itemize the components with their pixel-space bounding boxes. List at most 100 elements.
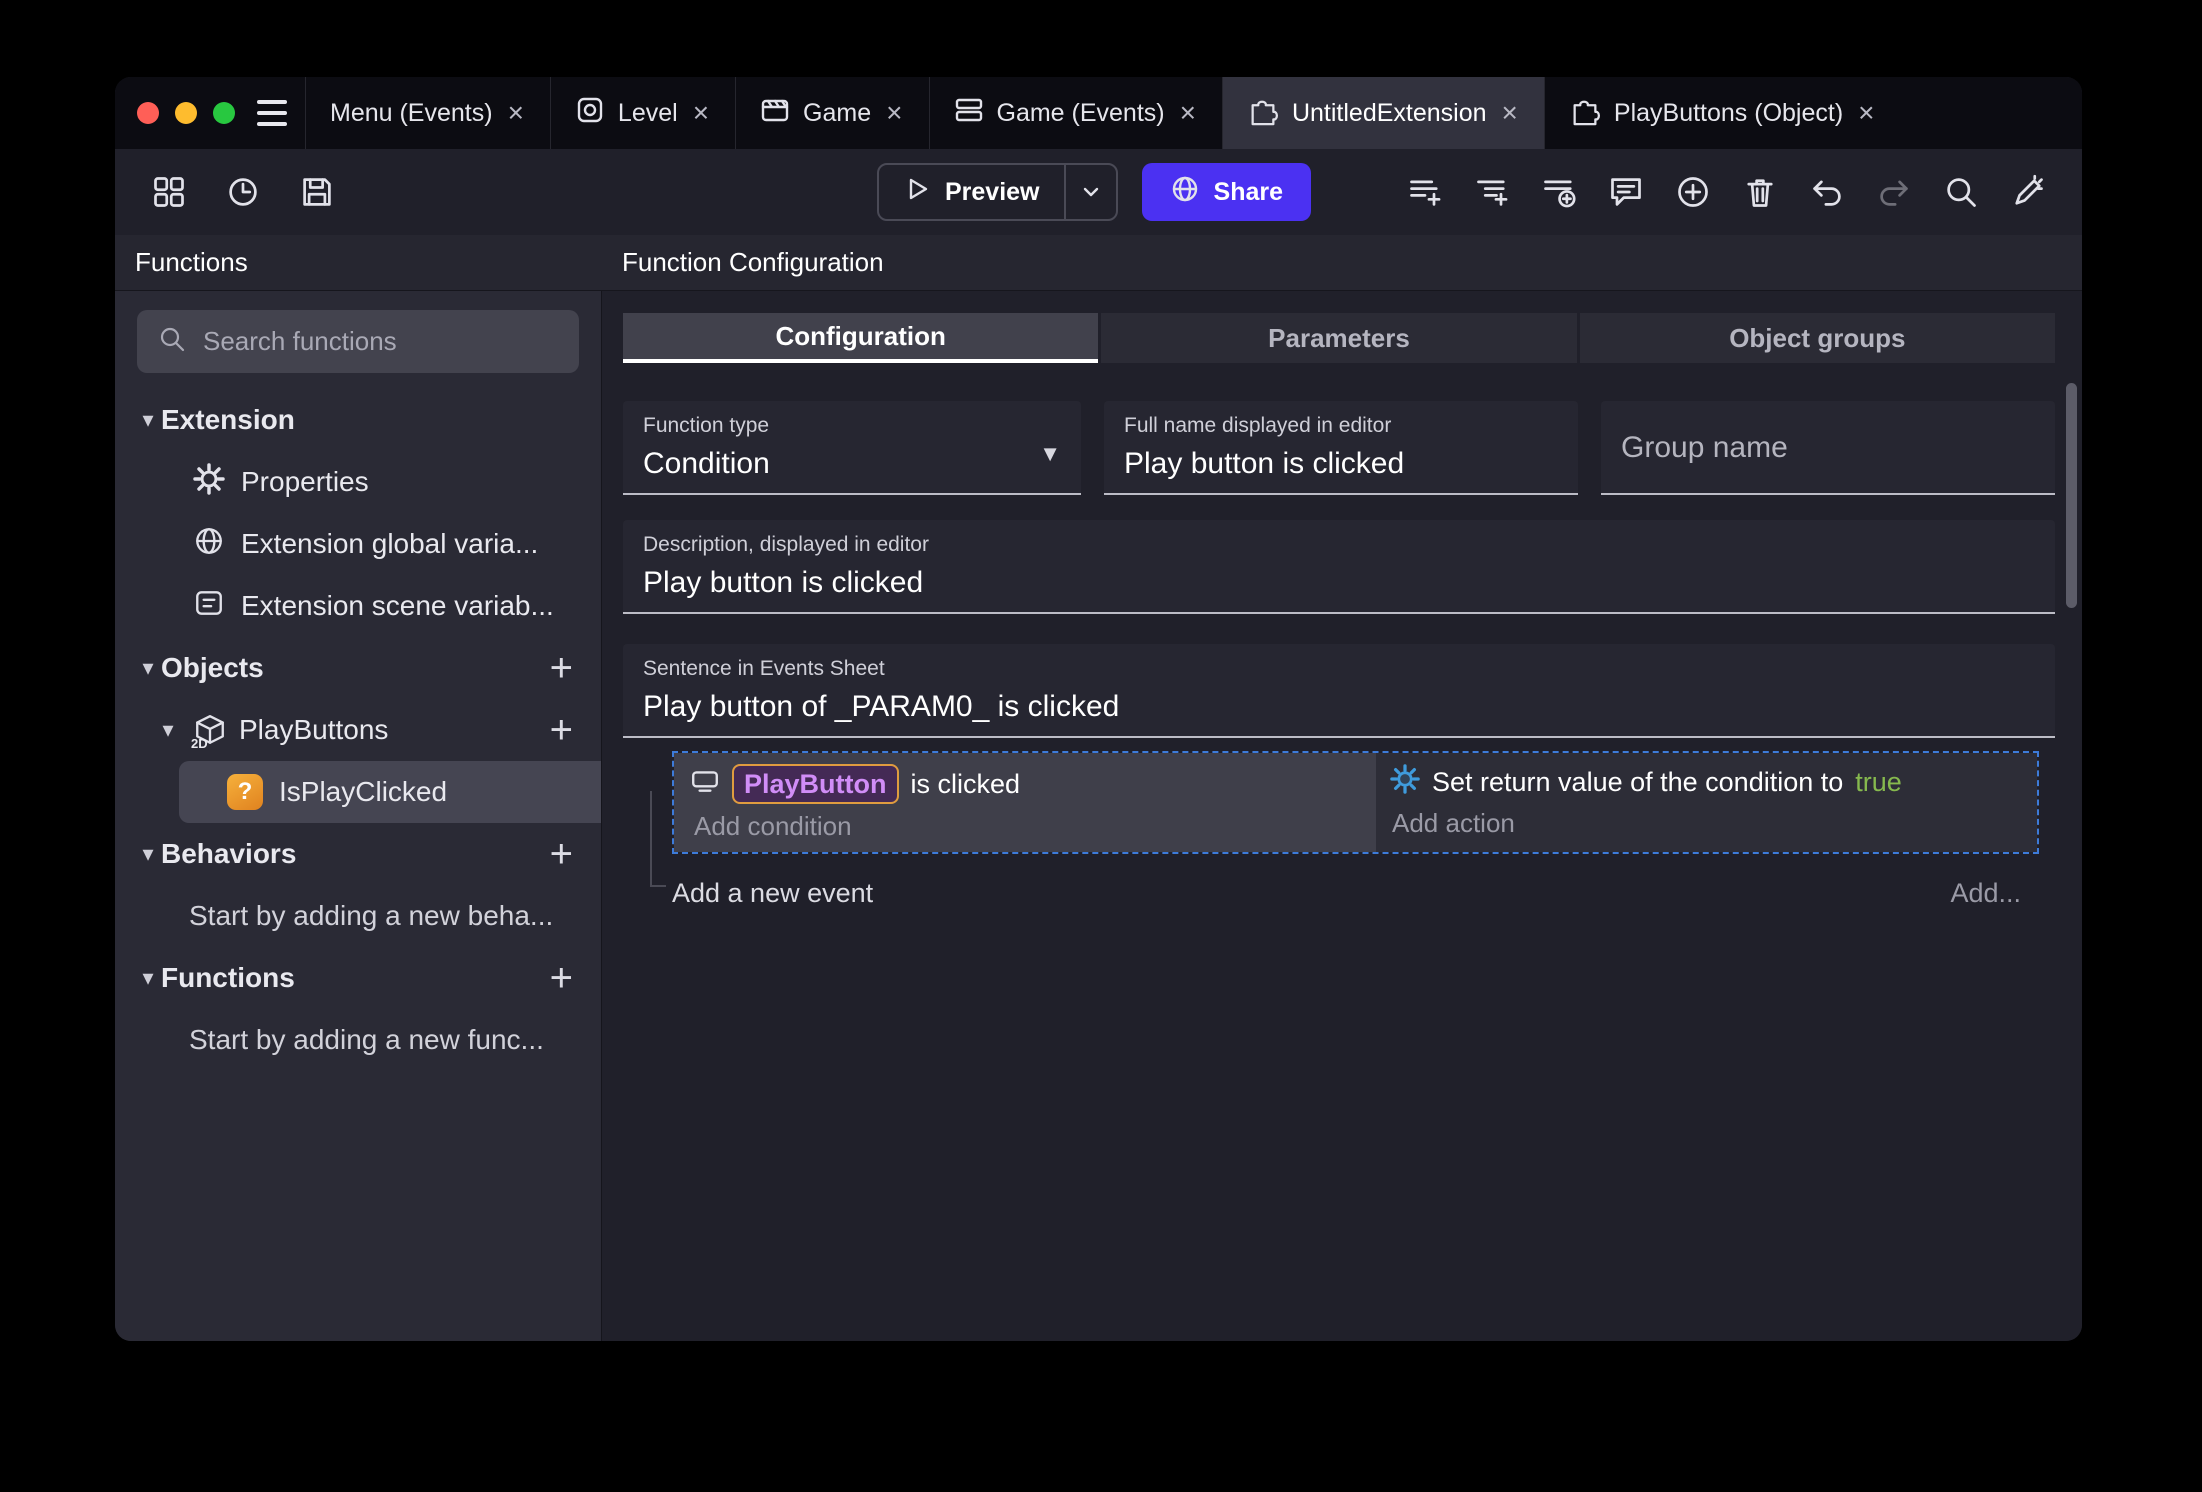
add-condition-button[interactable]: Add condition — [694, 811, 1376, 842]
tab-parameters[interactable]: Parameters — [1101, 313, 1577, 363]
chevron-down-icon[interactable]: ▾ — [135, 655, 161, 681]
tab-label: UntitledExtension — [1291, 98, 1487, 127]
close-icon[interactable]: × — [691, 99, 711, 127]
action-value-true[interactable]: true — [1855, 767, 1902, 798]
function-type-label: Function type — [643, 414, 770, 437]
description-field[interactable]: Description, displayed in editor Play bu… — [623, 520, 2055, 614]
add-other-event-icon[interactable] — [1539, 172, 1579, 212]
history-icon[interactable] — [223, 172, 263, 212]
edit-scene-icon[interactable] — [2008, 172, 2048, 212]
item-label: Properties — [241, 466, 369, 497]
sidebar-item-global-variables[interactable]: Extension global varia... — [115, 513, 601, 575]
add-behavior-button[interactable]: + — [550, 834, 573, 874]
clapperboard-icon — [760, 95, 790, 132]
editor-tabs: Menu (Events) × Level × Game × Game (Eve… — [305, 77, 2082, 149]
menu-icon[interactable] — [249, 77, 305, 149]
chevron-down-icon[interactable]: ▾ — [155, 717, 181, 743]
functions-empty-hint: Start by adding a new func... — [189, 1024, 544, 1055]
preview-button[interactable]: Preview — [877, 163, 1118, 221]
chevron-down-icon: ▼ — [1039, 441, 1061, 466]
search-functions-box[interactable] — [137, 310, 579, 373]
events-sheet-icon — [954, 95, 984, 132]
sidebar-item-playbuttons[interactable]: ▾ 2D PlayButtons + — [115, 699, 601, 761]
chevron-down-icon[interactable]: ▾ — [135, 407, 161, 433]
sidebar-section-objects[interactable]: ▾ Objects + — [115, 637, 601, 699]
condition-line[interactable]: PlayButton is clicked — [690, 764, 1376, 805]
add-action-button[interactable]: Add action — [1392, 808, 2037, 839]
zoom-window-button[interactable] — [213, 102, 235, 124]
scene-icon — [575, 95, 605, 132]
tab-configuration[interactable]: Configuration — [623, 313, 1099, 363]
add-free-function-button[interactable]: + — [550, 958, 573, 998]
item-label: Extension scene variab... — [241, 590, 554, 621]
sidebar-item-isplayclicked[interactable]: ? IsPlayClicked — [179, 761, 601, 823]
sidebar-item-properties[interactable]: Properties — [115, 451, 601, 513]
close-icon[interactable]: × — [506, 99, 526, 127]
sidebar-section-functions[interactable]: ▾ Functions + — [115, 947, 601, 1009]
tab-untitled-extension[interactable]: UntitledExtension × — [1221, 77, 1544, 149]
tab-menu-events[interactable]: Menu (Events) × — [305, 77, 550, 149]
sidebar-item-scene-variables[interactable]: Extension scene variab... — [115, 575, 601, 637]
condition-text: is clicked — [910, 768, 1021, 799]
scene-variables-icon — [193, 587, 225, 626]
close-icon[interactable]: × — [1178, 99, 1198, 127]
add-comment-icon[interactable] — [1606, 172, 1646, 212]
preview-label: Preview — [945, 177, 1040, 206]
traffic-lights — [115, 77, 249, 149]
conditions-column[interactable]: PlayButton is clicked Add condition — [674, 753, 1376, 853]
tab-game[interactable]: Game × — [735, 77, 928, 149]
tab-object-groups[interactable]: Object groups — [1579, 313, 2055, 363]
sentence-value: Play button of _PARAM0_ is clicked — [643, 690, 1120, 723]
extension-puzzle-icon — [1247, 94, 1279, 133]
redo-icon[interactable] — [1874, 172, 1914, 212]
content-area: ▾ Extension Properties Extension global … — [115, 291, 2082, 1341]
preview-options-button[interactable] — [1063, 165, 1116, 219]
add-more-button[interactable]: Add... — [1950, 878, 2039, 909]
tab-playbuttons-object[interactable]: PlayButtons (Object) × — [1543, 77, 1901, 149]
project-manager-icon[interactable] — [149, 172, 189, 212]
main-toolbar: Preview Share — [115, 149, 2082, 235]
toolbar-center-group: Preview Share — [877, 149, 1311, 235]
close-window-button[interactable] — [137, 102, 159, 124]
choose-event-icon[interactable] — [1673, 172, 1713, 212]
function-type-select[interactable]: Function type Condition ▼ — [623, 401, 1081, 495]
chevron-down-icon[interactable]: ▾ — [135, 965, 161, 991]
sidebar-section-behaviors[interactable]: ▾ Behaviors + — [115, 823, 601, 885]
sidebar-section-extension[interactable]: ▾ Extension — [115, 389, 601, 451]
add-function-to-object-button[interactable]: + — [550, 710, 573, 750]
add-subevent-icon[interactable] — [1472, 172, 1512, 212]
condition-question-icon: ? — [227, 774, 263, 810]
function-type-value: Condition — [643, 447, 770, 480]
action-line[interactable]: Set return value of the condition to tru… — [1390, 764, 2037, 801]
scrollbar-thumb[interactable] — [2066, 383, 2077, 608]
sentence-field[interactable]: Sentence in Events Sheet Play button of … — [623, 644, 2055, 738]
minimize-window-button[interactable] — [175, 102, 197, 124]
add-event-icon[interactable] — [1405, 172, 1445, 212]
group-name-input[interactable] — [1621, 430, 2035, 465]
full-name-field[interactable]: Full name displayed in editor Play butto… — [1104, 401, 1578, 495]
search-input[interactable] — [203, 326, 559, 357]
share-button[interactable]: Share — [1141, 163, 1311, 221]
search-icon[interactable] — [1941, 172, 1981, 212]
event-row[interactable]: PlayButton is clicked Add condition Set … — [672, 751, 2039, 855]
function-configuration-panel: Configuration Parameters Object groups F… — [602, 291, 2082, 1341]
delete-icon[interactable] — [1740, 172, 1780, 212]
tab-level[interactable]: Level × — [549, 77, 735, 149]
object-name-chip[interactable]: PlayButton — [732, 764, 899, 805]
actions-column[interactable]: Set return value of the condition to tru… — [1376, 753, 2037, 853]
add-object-button[interactable]: + — [550, 648, 573, 688]
search-icon — [157, 324, 187, 359]
group-name-field[interactable] — [1601, 401, 2055, 495]
undo-icon[interactable] — [1807, 172, 1847, 212]
add-new-event-button[interactable]: Add a new event — [672, 878, 873, 909]
save-icon[interactable] — [297, 172, 337, 212]
section-label: Objects — [161, 652, 264, 683]
events-sheet: PlayButton is clicked Add condition Set … — [650, 751, 2039, 909]
chevron-down-icon[interactable]: ▾ — [135, 841, 161, 867]
close-icon[interactable]: × — [1500, 99, 1520, 127]
tab-game-events[interactable]: Game (Events) × — [928, 77, 1222, 149]
globe-icon — [193, 525, 225, 564]
close-icon[interactable]: × — [1856, 99, 1876, 127]
item-label: IsPlayClicked — [279, 776, 448, 807]
close-icon[interactable]: × — [884, 99, 904, 127]
